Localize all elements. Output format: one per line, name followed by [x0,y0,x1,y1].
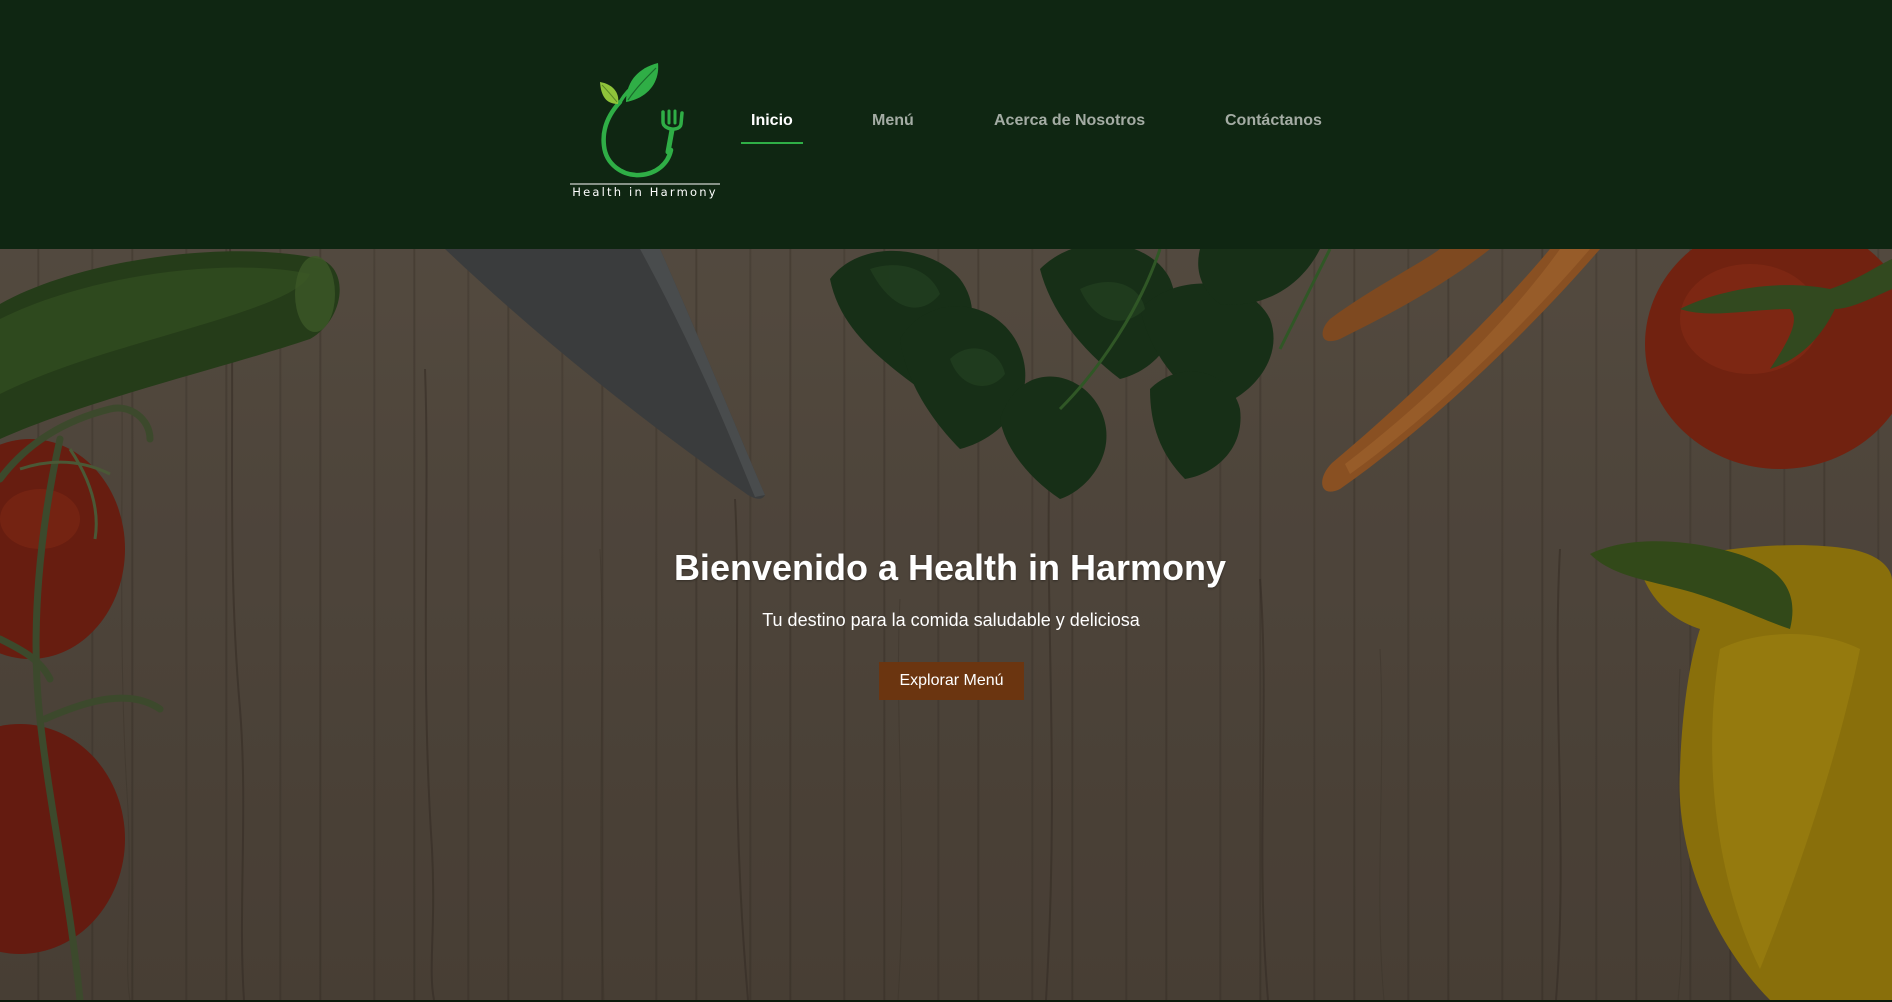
page: Health in Harmony Inicio Menú Acerca de … [0,0,1892,1002]
explore-menu-button[interactable]: Explorar Menú [879,662,1024,700]
logo[interactable]: Health in Harmony [568,60,724,205]
logo-wordmark: Health in Harmony [572,185,718,199]
hero-content: Bienvenido a Health in Harmony Tu destin… [0,249,1892,1000]
hero-subtitle: Tu destino para la comida saludable y de… [762,610,1140,630]
nav-item-acerca[interactable]: Acerca de Nosotros [994,112,1145,144]
nav-item-contactanos[interactable]: Contáctanos [1225,112,1322,144]
hero-section: Bienvenido a Health in Harmony Tu destin… [0,249,1892,1000]
nav-item-inicio[interactable]: Inicio [741,112,803,144]
hero-title: Bienvenido a Health in Harmony [673,547,1227,588]
nav-item-menu[interactable]: Menú [872,112,914,144]
site-header: Health in Harmony Inicio Menú Acerca de … [0,0,1892,249]
leaf-fork-icon [570,63,720,185]
